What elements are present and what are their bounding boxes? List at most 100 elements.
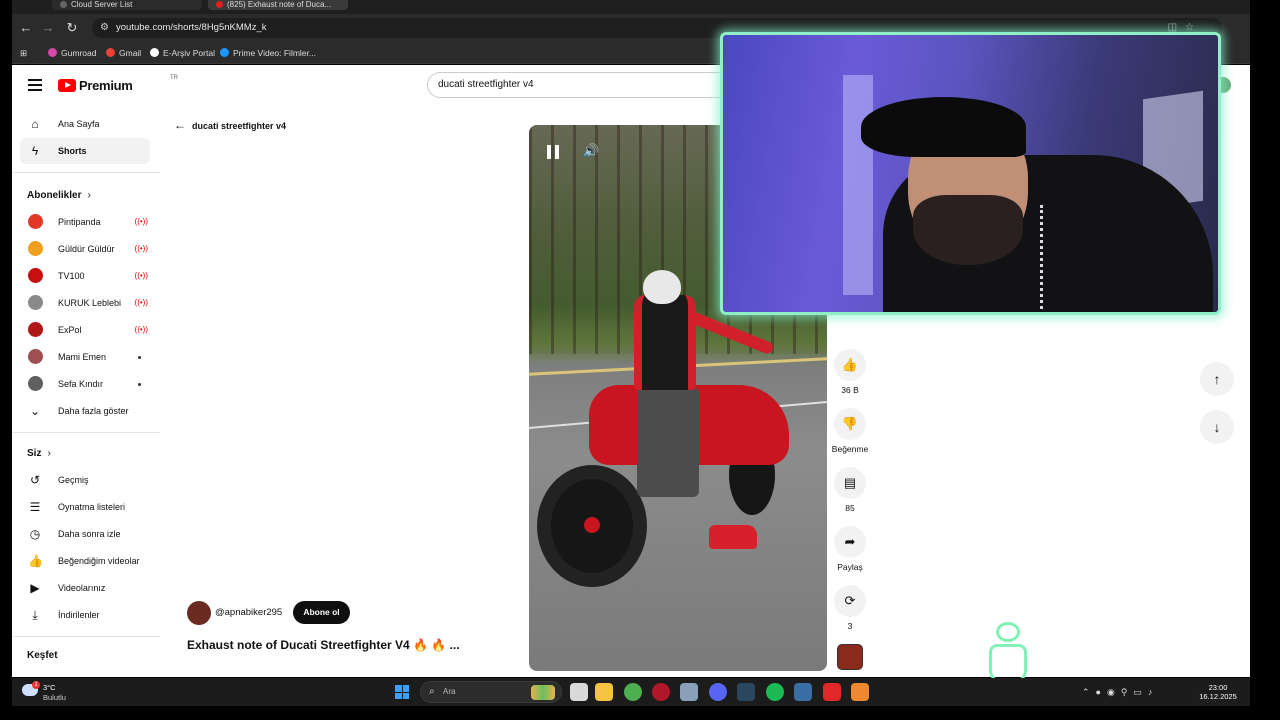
volume-icon[interactable]: 🔊 bbox=[583, 143, 599, 159]
sidebar-item-label: Geçmiş bbox=[58, 475, 89, 485]
browser-tab[interactable]: Cloud Server List bbox=[52, 0, 202, 10]
video-title[interactable]: Exhaust note of Ducati Streetfighter V4 … bbox=[187, 638, 460, 653]
channel-avatar bbox=[28, 295, 43, 310]
weather-temp: 3°C bbox=[43, 683, 56, 692]
dislike-button[interactable]: 👎 bbox=[834, 408, 866, 440]
site-info-icon[interactable]: ⚙ bbox=[100, 22, 112, 34]
comment-icon: ▤ bbox=[843, 475, 857, 490]
sound-thumbnail[interactable] bbox=[837, 644, 863, 670]
sidebar-item-liked-videos[interactable]: 👍 Beğendiğim videolar bbox=[20, 548, 150, 574]
windows-start-icon[interactable] bbox=[395, 685, 409, 699]
you-heading[interactable]: Siz › bbox=[27, 448, 51, 460]
search-input[interactable]: ducati streetfighter v4 bbox=[427, 72, 727, 98]
settings-icon[interactable] bbox=[680, 683, 698, 701]
channel-avatar bbox=[28, 322, 43, 337]
new-content-dot bbox=[138, 383, 141, 386]
chevron-right-icon: › bbox=[47, 448, 51, 459]
sidebar-item-downloads[interactable]: ⤓ İndirilenler bbox=[20, 602, 150, 628]
shorts-search-label: ducati streetfighter v4 bbox=[192, 121, 287, 131]
chrome-icon[interactable] bbox=[624, 683, 642, 701]
sidebar-item-subscription[interactable]: KURUK Leblebi ((•)) bbox=[20, 290, 150, 316]
taskbar-clock[interactable]: 23:00 16.12.2025 bbox=[1190, 683, 1246, 702]
clock-icon: ◷ bbox=[29, 527, 41, 541]
task-view-icon[interactable] bbox=[570, 683, 588, 701]
search-highlight-image bbox=[531, 685, 555, 700]
like-button[interactable]: 👍 bbox=[834, 349, 866, 381]
opera-icon[interactable] bbox=[652, 683, 670, 701]
app-icon[interactable] bbox=[794, 683, 812, 701]
weather-desc: Bulutlu bbox=[43, 693, 66, 702]
back-arrow-icon[interactable]: ← bbox=[18, 20, 34, 36]
forward-arrow-icon[interactable]: → bbox=[40, 20, 56, 36]
steam-icon[interactable] bbox=[737, 683, 755, 701]
previous-short-button[interactable]: ↑ bbox=[1200, 362, 1234, 396]
weather-widget[interactable]: 1 3°C Bulutlu bbox=[22, 681, 82, 704]
next-short-button[interactable]: ↓ bbox=[1200, 410, 1234, 444]
taskbar-search[interactable]: ⌕ Ara bbox=[420, 681, 562, 703]
sidebar-item-subscription[interactable]: ExPol ((•)) bbox=[20, 317, 150, 343]
arrow-down-icon: ↓ bbox=[1213, 419, 1221, 435]
sidebar-item-subscription[interactable]: Pintipanda ((•)) bbox=[20, 209, 150, 235]
rider-helmet bbox=[643, 270, 681, 304]
sidebar-item-watch-later[interactable]: ◷ Daha sonra izle bbox=[20, 521, 150, 547]
sidebar-item-history[interactable]: ↺ Geçmiş bbox=[20, 467, 150, 493]
subscriptions-heading[interactable]: Abonelikler › bbox=[27, 190, 91, 202]
sidebar-item-label: Daha fazla göster bbox=[58, 406, 129, 416]
youtube-play-icon bbox=[58, 79, 76, 92]
chevron-down-icon: ⌄ bbox=[29, 404, 41, 418]
sidebar-item-subscription[interactable]: Mami Emen bbox=[20, 344, 150, 370]
share-icon: ➦ bbox=[844, 534, 856, 549]
youtube-favicon bbox=[216, 1, 223, 9]
share-label: Paylaş bbox=[837, 562, 863, 572]
bookmark-e-arsiv[interactable]: E-Arşiv Portal bbox=[150, 47, 215, 59]
app-icon[interactable] bbox=[823, 683, 841, 701]
channel-avatar[interactable] bbox=[187, 601, 211, 625]
search-icon: ⌕ bbox=[429, 686, 435, 697]
sidebar-item-subscription[interactable]: Güldür Güldür ((•)) bbox=[20, 236, 150, 262]
apps-grid-icon[interactable]: ⊞ bbox=[20, 47, 27, 59]
channel-label: Pintipanda bbox=[58, 217, 101, 227]
comment-count: 85 bbox=[845, 503, 855, 513]
sidebar-item-home[interactable]: ⌂ Ana Sayfa bbox=[20, 111, 150, 137]
discord-icon[interactable] bbox=[709, 683, 727, 701]
logo-figure-head bbox=[996, 622, 1020, 642]
bookmark-prime-video[interactable]: Prime Video: Filmler... bbox=[220, 47, 316, 59]
webcam-overlay bbox=[720, 32, 1221, 315]
sidebar-item-subscription[interactable]: TV100 ((•)) bbox=[20, 263, 150, 289]
sidebar-item-label: Oynatma listeleri bbox=[58, 502, 126, 512]
sidebar: ⌂ Ana Sayfa ϟ Shorts Abonelikler › Pintip… bbox=[12, 109, 160, 677]
sidebar-item-playlists[interactable]: ☰ Oynatma listeleri bbox=[20, 494, 150, 520]
windows-taskbar: 1 3°C Bulutlu ⌕ Ara ⌃●◉⚲▭♪ 23:00 16.12.2… bbox=[12, 678, 1250, 706]
sidebar-item-your-videos[interactable]: ▶ Videolarınız bbox=[20, 575, 150, 601]
sidebar-item-shorts[interactable]: ϟ Shorts bbox=[20, 138, 150, 164]
channel-name[interactable]: @apnabiker295 bbox=[215, 607, 282, 619]
pause-icon[interactable] bbox=[547, 145, 559, 159]
system-tray-icons[interactable]: ⌃●◉⚲▭♪ bbox=[1082, 686, 1158, 698]
sidebar-item-subscription[interactable]: Sefa Kındır bbox=[20, 371, 150, 397]
back-arrow-icon[interactable]: ← bbox=[174, 118, 186, 132]
bookmark-gumroad[interactable]: Gumroad bbox=[48, 47, 96, 59]
reload-icon[interactable]: ↻ bbox=[64, 20, 80, 36]
show-more-button[interactable]: ⌄ Daha fazla göster bbox=[20, 398, 150, 424]
share-button[interactable]: ➦ bbox=[834, 526, 866, 558]
bookmark-label: Prime Video: Filmler... bbox=[233, 48, 316, 58]
channel-label: ExPol bbox=[58, 325, 82, 335]
background-shelf bbox=[843, 75, 873, 295]
app-icon[interactable] bbox=[851, 683, 869, 701]
browser-tab-strip: Cloud Server List (825) Exhaust note of … bbox=[12, 0, 1250, 14]
home-icon: ⌂ bbox=[31, 117, 39, 131]
spotify-icon[interactable] bbox=[766, 683, 784, 701]
prime-video-icon bbox=[220, 48, 229, 57]
bookmark-gmail[interactable]: Gmail bbox=[106, 47, 141, 59]
comments-button[interactable]: ▤ bbox=[834, 467, 866, 499]
browser-tab-active[interactable]: (825) Exhaust note of Duca... bbox=[208, 0, 348, 10]
thumbs-down-icon: 👎 bbox=[841, 416, 859, 431]
file-explorer-icon[interactable] bbox=[595, 683, 613, 701]
weather-badge: 1 bbox=[32, 681, 40, 689]
hamburger-menu-icon[interactable] bbox=[28, 79, 42, 91]
subscribe-button[interactable]: Abone ol bbox=[293, 601, 350, 624]
channel-avatar bbox=[28, 268, 43, 283]
remix-button[interactable]: ⟳ bbox=[834, 585, 866, 617]
history-icon: ↺ bbox=[29, 473, 41, 487]
download-icon: ⤓ bbox=[32, 608, 38, 622]
